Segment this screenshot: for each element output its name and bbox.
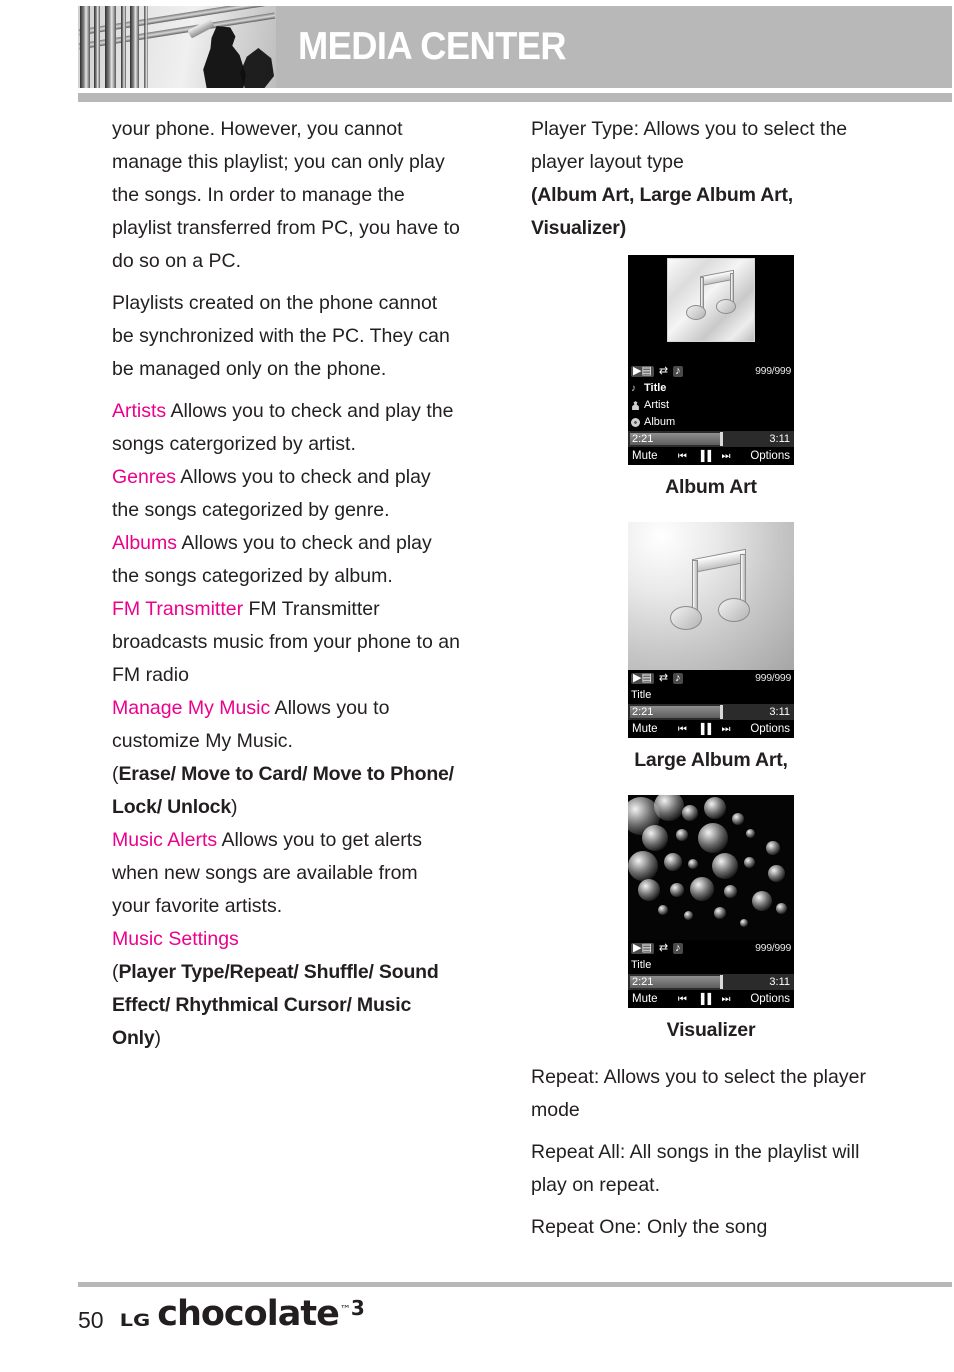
trademark-icon: ™ [339,1303,351,1316]
entry-albums: Albums Allows you to check and play the … [112,527,460,593]
term-fm-transmitter: FM Transmitter [112,598,244,620]
figure-visualizer: ▶▤ ⇄ ♪ 999/999 Title 2:21 3:11 Mute ⏮ ▐▐ [531,795,891,1047]
entry-fm-transmitter: FM Transmitter FM Transmitter broadcasts… [112,593,460,692]
elapsed-time: 2:21 [632,432,654,445]
lg-chocolate-logo: LG chocolate ™ 3 [120,1294,365,1334]
player-type-options: (Album Art, Large Album Art, Visualizer) [531,184,793,239]
large-album-art-area [628,522,794,670]
player-status-row: ▶▤ ⇄ ♪ 999/999 [628,363,794,380]
left-column: your phone. However, you cannot manage t… [112,113,460,1055]
chocolate-wordmark: chocolate [157,1294,340,1334]
repeat-icon: ▶▤ [631,365,654,377]
right-column: Player Type: Allows you to select the pl… [531,113,891,1253]
footer-divider [78,1282,952,1287]
page-title: MEDIA CENTER [298,25,567,68]
elapsed-time: 2:21 [632,975,654,988]
term-albums: Albums [112,532,178,554]
track-count: 999/999 [755,365,791,377]
total-time: 3:11 [769,432,790,445]
repeat-all: Repeat All: All songs in the playlist wi… [531,1141,860,1196]
entry-music-settings: Music Settings [112,923,460,956]
player-type-intro: Player Type: Allows you to select the pl… [531,118,848,173]
term-manage-my-music: Manage My Music [112,697,271,719]
figure-album-art: ▶▤ ⇄ ♪ 999/999 ♪ Title Artist Album 2:21 [531,255,891,504]
lg-wordmark: LG [119,1310,151,1330]
progress-knob[interactable] [720,432,723,446]
entry-artists: Artists Allows you to check and play the… [112,395,460,461]
total-time: 3:11 [769,975,790,988]
caption-album-art: Album Art [665,476,757,498]
phone-screen-large-album-art: ▶▤ ⇄ ♪ 999/999 Title 2:21 3:11 Mute ⏮ ▐▐ [628,522,794,738]
manage-options-list: Erase/ Move to Card/ Move to Phone/ Lock… [112,763,454,818]
shuffle-icon: ⇄ [658,942,669,954]
header-divider [78,93,952,102]
figure-large-album-art: ▶▤ ⇄ ♪ 999/999 Title 2:21 3:11 Mute ⏮ ▐▐ [531,522,891,777]
album-art-thumbnail [667,258,755,342]
page-number: 50 [78,1307,104,1333]
caption-visualizer: Visualizer [666,1019,756,1041]
music-settings-options: (Player Type/Repeat/ Shuffle/ Sound Effe… [112,956,460,1055]
sound-effect-icon: ♪ [673,365,683,377]
term-music-settings: Music Settings [112,928,239,950]
progress-bar[interactable]: 2:21 3:11 [628,704,794,720]
progress-bar[interactable]: 2:21 3:11 [628,431,794,447]
term-genres: Genres [112,466,176,488]
repeat-intro: Repeat: Allows you to select the player … [531,1066,866,1121]
repeat-one: Repeat One: Only the song [531,1216,768,1238]
page-header: MEDIA CENTER [78,6,952,88]
note-icon: ♪ [631,383,636,394]
entry-music-alerts: Music Alerts Allows you to get alerts wh… [112,824,460,923]
page-footer: 50 LG chocolate ™ 3 [78,1294,952,1334]
phone-screen-visualizer: ▶▤ ⇄ ♪ 999/999 Title 2:21 3:11 Mute ⏮ ▐▐ [628,795,794,1008]
album-art-area [628,255,794,363]
repeat-icon: ▶▤ [631,672,654,684]
brand-version: 3 [350,1296,365,1320]
player-status-row: ▶▤ ⇄ ♪ 999/999 [628,670,794,687]
elapsed-time: 2:21 [632,705,654,718]
caption-large-album-art: Large Album Art, [634,749,788,771]
progress-bar[interactable]: 2:21 3:11 [628,974,794,990]
track-count: 999/999 [755,672,791,684]
jazz-musician-photo [78,6,276,88]
shuffle-icon: ⇄ [658,672,669,684]
entry-genres: Genres Allows you to check and play the … [112,461,460,527]
sound-effect-icon: ♪ [673,672,683,684]
progress-knob[interactable] [720,705,723,719]
phone-screen-album-art: ▶▤ ⇄ ♪ 999/999 ♪ Title Artist Album 2:21 [628,255,794,465]
shuffle-icon: ⇄ [658,365,669,377]
paragraph-playlist-pc: your phone. However, you cannot manage t… [112,118,460,272]
repeat-icon: ▶▤ [631,942,654,954]
music-note-icon [670,548,758,642]
music-note-icon [686,269,742,329]
total-time: 3:11 [769,705,790,718]
progress-knob[interactable] [720,975,723,989]
term-artists: Artists [112,400,167,422]
paren-close-2: ) [154,1027,162,1049]
track-count: 999/999 [755,942,791,954]
term-music-alerts: Music Alerts [112,829,218,851]
entry-manage-my-music: Manage My Music Allows you to customize … [112,692,460,758]
paragraph-playlist-sync: Playlists created on the phone cannot be… [112,292,450,380]
player-status-row: ▶▤ ⇄ ♪ 999/999 [628,940,794,957]
visualizer-area [628,795,794,940]
manage-my-music-options: (Erase/ Move to Card/ Move to Phone/ Loc… [112,758,460,824]
person-icon [632,401,639,410]
sound-effect-icon: ♪ [673,942,683,954]
paren-close: ) [230,796,238,818]
